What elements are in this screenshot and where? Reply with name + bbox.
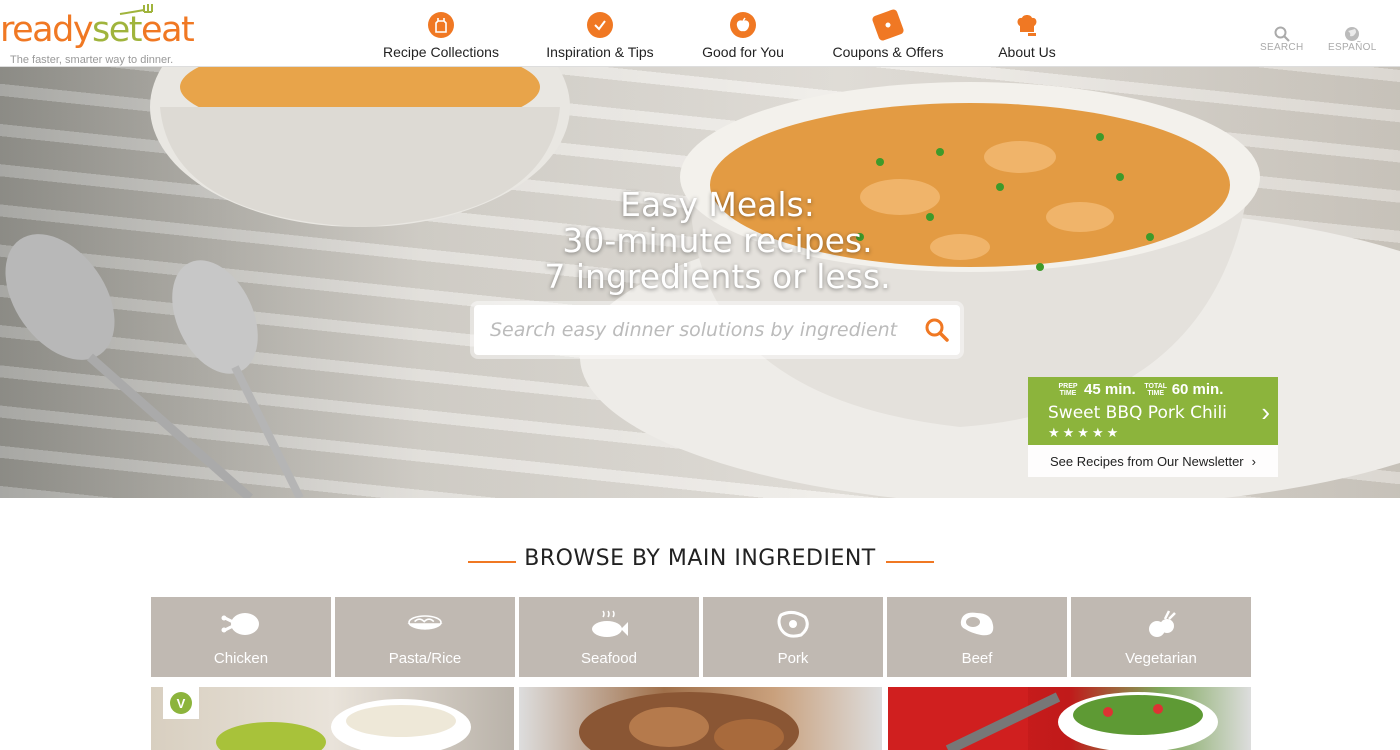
ingredient-categories: Chicken Pasta/Rice Seafood Pork Beef Veg… [151,597,1251,677]
hero-search [474,305,960,355]
hero-line-2: 30-minute recipes. [562,221,873,260]
recipe-card[interactable] [888,687,1251,750]
hero-line-1: Easy Meals: [620,185,815,224]
featured-recipe-card[interactable]: PREP TIME 45 min. TOTAL TIME 60 min. Swe… [1028,377,1278,445]
checkmark-icon [587,12,613,38]
recipe-image [216,699,471,750]
chevron-right-icon: › [1261,397,1270,427]
recipe-times: PREP TIME 45 min. TOTAL TIME 60 min. [1056,381,1231,398]
chicken-icon [221,613,259,635]
recipe-image [579,692,799,750]
nav-coupons-offers[interactable]: Coupons & Offers [808,0,968,67]
steak-icon [960,612,994,636]
chevron-right-icon: › [1251,453,1256,469]
newsletter-link-label: See Recipes from Our Newsletter [1050,453,1244,469]
nav-label: Recipe Collections [383,44,499,60]
category-label: Pork [777,650,809,667]
language-toggle[interactable]: ESPAÑOL [1328,26,1377,53]
category-label: Pasta/Rice [388,650,462,667]
category-label: Chicken [213,650,269,667]
logo-wordmark: readyseteat [0,10,195,50]
category-vegetarian[interactable]: Vegetarian [1071,597,1251,677]
tagline: The faster, smarter way to dinner. [10,54,174,66]
nav-label: About Us [998,44,1056,60]
category-chicken[interactable]: Chicken [151,597,331,677]
vegetarian-badge: V [163,687,199,719]
pork-chop-icon [777,610,809,638]
ingredient-search-input[interactable] [474,305,904,355]
language-label: ESPAÑOL [1328,42,1377,53]
nav-good-for-you[interactable]: Good for You [678,0,808,67]
pasta-bowl-icon [407,615,443,630]
prep-time-label: PREP TIME [1058,382,1078,397]
nav-about-us[interactable]: About Us [968,0,1086,67]
nav-label: Inspiration & Tips [546,44,654,60]
tag-icon [871,8,905,42]
search-icon[interactable] [924,317,950,343]
search-icon [1274,26,1290,42]
category-beef[interactable]: Beef [887,597,1067,677]
prep-time-value: 45 min. [1084,381,1136,398]
nav-label: Good for You [702,44,784,60]
nav-inspiration-tips[interactable]: Inspiration & Tips [522,0,678,67]
site-logo[interactable]: readyseteat The faster, smarter way to d… [0,2,195,66]
rating-stars: ★★★★★ [1048,425,1122,440]
search-label: SEARCH [1260,42,1304,53]
globe-icon [1345,27,1360,41]
chef-hat-icon [1014,12,1040,38]
header-search[interactable]: SEARCH [1260,26,1303,53]
featured-recipe-name: Sweet BBQ Pork Chili [1048,403,1227,423]
recipe-card[interactable]: V [151,687,514,750]
category-pork[interactable]: Pork [703,597,883,677]
total-time-label: TOTAL TIME [1144,382,1168,397]
recipe-card[interactable] [519,687,882,750]
vegetarian-icon: V [170,692,192,714]
nav-label: Coupons & Offers [832,44,944,60]
hero-line-3: 7 ingredients or less. [544,257,891,296]
vegetables-icon [1149,610,1176,637]
category-label: Beef [961,650,993,667]
fork-icon [119,4,153,15]
recipe-image [888,687,1218,750]
apple-icon [730,12,756,38]
total-time-value: 60 min. [1171,381,1224,398]
category-pasta-rice[interactable]: Pasta/Rice [335,597,515,677]
category-label: Vegetarian [1125,650,1197,667]
hero-headline: Easy Meals: 30-minute recipes. 7 ingredi… [500,187,935,295]
browse-title: BROWSE BY MAIN INGREDIENT [524,546,876,571]
apron-icon [428,12,454,38]
title-divider-right [886,561,934,563]
category-seafood[interactable]: Seafood [519,597,699,677]
newsletter-recipes-link[interactable]: See Recipes from Our Newsletter › [1028,445,1278,477]
fish-icon [592,610,628,637]
nav-recipe-collections[interactable]: Recipe Collections [360,0,522,67]
main-nav: Recipe Collections Inspiration & Tips Go… [360,0,1086,67]
site-header: readyseteat The faster, smarter way to d… [0,0,1400,67]
hero-banner: Easy Meals: 30-minute recipes. 7 ingredi… [0,67,1400,498]
category-label: Seafood [581,650,637,667]
